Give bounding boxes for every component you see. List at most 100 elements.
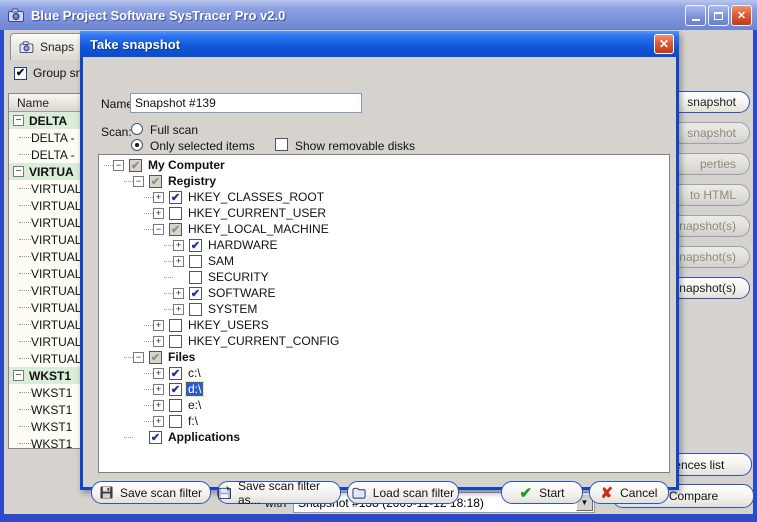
tree-node[interactable]: SYSTEM — [99, 301, 669, 317]
dialog-titlebar: Take snapshot ✕ — [80, 31, 679, 57]
collapse-icon[interactable]: − — [13, 166, 24, 177]
expand-toggle-icon[interactable] — [153, 208, 164, 219]
tree-node[interactable]: HKEY_LOCAL_MACHINE — [99, 221, 669, 237]
cancel-button[interactable]: ✘ Cancel — [589, 481, 669, 504]
node-checkbox[interactable] — [169, 319, 182, 332]
expand-toggle-icon[interactable] — [173, 256, 184, 267]
node-checkbox[interactable] — [189, 287, 202, 300]
snapshot-row-label: WKST1 — [31, 420, 72, 434]
tree-node[interactable]: Registry — [99, 173, 669, 189]
collapse-icon[interactable]: − — [13, 115, 24, 126]
expand-toggle-icon[interactable] — [153, 224, 164, 235]
tree-node-label: e:\ — [186, 398, 203, 412]
node-checkbox[interactable] — [189, 239, 202, 252]
expand-toggle-icon[interactable] — [133, 352, 144, 363]
tree-node[interactable]: e:\ — [99, 397, 669, 413]
tree-node[interactable]: Files — [99, 349, 669, 365]
tree-line — [19, 188, 31, 189]
expand-toggle-icon[interactable] — [153, 320, 164, 331]
tree-node[interactable]: My Computer — [99, 157, 669, 173]
tree-node-label: Registry — [166, 174, 218, 188]
tree-node[interactable]: SOFTWARE — [99, 285, 669, 301]
tree-node-label: SAM — [206, 254, 236, 268]
scan-label: Scan: — [101, 125, 132, 139]
tree-line — [19, 290, 31, 291]
node-checkbox[interactable] — [169, 223, 182, 236]
tree-node[interactable]: SAM — [99, 253, 669, 269]
tree-node[interactable]: HARDWARE — [99, 237, 669, 253]
expand-toggle-icon[interactable] — [113, 160, 124, 171]
tree-node-label: HKEY_CLASSES_ROOT — [186, 190, 326, 204]
tree-node[interactable]: Applications — [99, 429, 669, 445]
node-checkbox[interactable] — [129, 159, 142, 172]
tree-node[interactable]: HKEY_CURRENT_CONFIG — [99, 333, 669, 349]
snapshot-row-label: WKST1 — [31, 403, 72, 417]
start-button-label: Start — [539, 486, 564, 500]
tree-node[interactable]: HKEY_CURRENT_USER — [99, 205, 669, 221]
node-checkbox[interactable] — [189, 255, 202, 268]
tree-line — [164, 261, 173, 262]
node-checkbox[interactable] — [189, 271, 202, 284]
tree-node-label: HARDWARE — [206, 238, 280, 252]
dialog-close-button[interactable]: ✕ — [654, 34, 674, 54]
snapshot-name-input[interactable] — [130, 93, 362, 113]
node-checkbox[interactable] — [149, 351, 162, 364]
snapshot-row-label: VIRTUAL — [31, 216, 81, 230]
expand-toggle-icon[interactable] — [133, 176, 144, 187]
tree-line — [19, 341, 31, 342]
start-button[interactable]: ✔ Start — [501, 481, 583, 504]
snapshot-row-label: DELTA - — [31, 148, 75, 162]
radio-full-scan[interactable] — [131, 123, 143, 135]
expand-toggle-icon[interactable] — [153, 336, 164, 347]
node-checkbox[interactable] — [189, 303, 202, 316]
tree-node[interactable]: SECURITY — [99, 269, 669, 285]
node-checkbox[interactable] — [169, 367, 182, 380]
expand-toggle-icon[interactable] — [173, 240, 184, 251]
tree-node[interactable]: HKEY_CLASSES_ROOT — [99, 189, 669, 205]
snapshot-row-label: VIRTUAL — [31, 199, 81, 213]
tree-line — [144, 389, 153, 390]
node-checkbox[interactable] — [169, 415, 182, 428]
expand-toggle-icon[interactable] — [153, 416, 164, 427]
tree-line — [19, 205, 31, 206]
tab-snapshots[interactable]: Snaps — [10, 33, 86, 60]
tree-line — [19, 324, 31, 325]
snapshot-row-label: DELTA — [29, 114, 67, 128]
save-scan-filter-as-button[interactable]: Save scan filter as... — [217, 481, 341, 504]
expand-toggle-icon[interactable] — [173, 288, 184, 299]
radio-only-selected[interactable] — [131, 139, 143, 151]
expand-toggle-icon[interactable] — [153, 192, 164, 203]
tree-line — [164, 309, 173, 310]
expand-toggle-icon[interactable] — [173, 304, 184, 315]
tree-node-label: SECURITY — [206, 270, 271, 284]
tree-line — [19, 443, 31, 444]
tree-node[interactable]: f:\ — [99, 413, 669, 429]
tree-node[interactable]: HKEY_USERS — [99, 317, 669, 333]
show-removable-checkbox[interactable] — [275, 138, 288, 151]
node-checkbox[interactable] — [169, 399, 182, 412]
node-checkbox[interactable] — [149, 431, 162, 444]
tree-line — [19, 222, 31, 223]
tree-line — [19, 409, 31, 410]
node-checkbox[interactable] — [169, 207, 182, 220]
tree-line — [19, 154, 31, 155]
expand-toggle-icon[interactable] — [153, 384, 164, 395]
load-scan-filter-button[interactable]: Load scan filter — [347, 481, 459, 504]
node-checkbox[interactable] — [169, 383, 182, 396]
expand-toggle-icon[interactable] — [153, 368, 164, 379]
dialog-title: Take snapshot — [90, 37, 180, 52]
tree-node[interactable]: c:\ — [99, 365, 669, 381]
tree-node-label: Applications — [166, 430, 242, 444]
tree-node[interactable]: d:\ — [99, 381, 669, 397]
maximize-button[interactable] — [708, 5, 729, 26]
node-checkbox[interactable] — [169, 191, 182, 204]
node-checkbox[interactable] — [169, 335, 182, 348]
node-checkbox[interactable] — [149, 175, 162, 188]
close-button[interactable]: ✕ — [731, 5, 752, 26]
group-snapshots-checkbox[interactable]: ✔ Group sna — [14, 66, 89, 80]
expand-toggle-icon[interactable] — [153, 400, 164, 411]
tree-node-label: My Computer — [146, 158, 227, 172]
save-scan-filter-button[interactable]: Save scan filter — [91, 481, 211, 504]
collapse-icon[interactable]: − — [13, 370, 24, 381]
minimize-button[interactable] — [685, 5, 706, 26]
